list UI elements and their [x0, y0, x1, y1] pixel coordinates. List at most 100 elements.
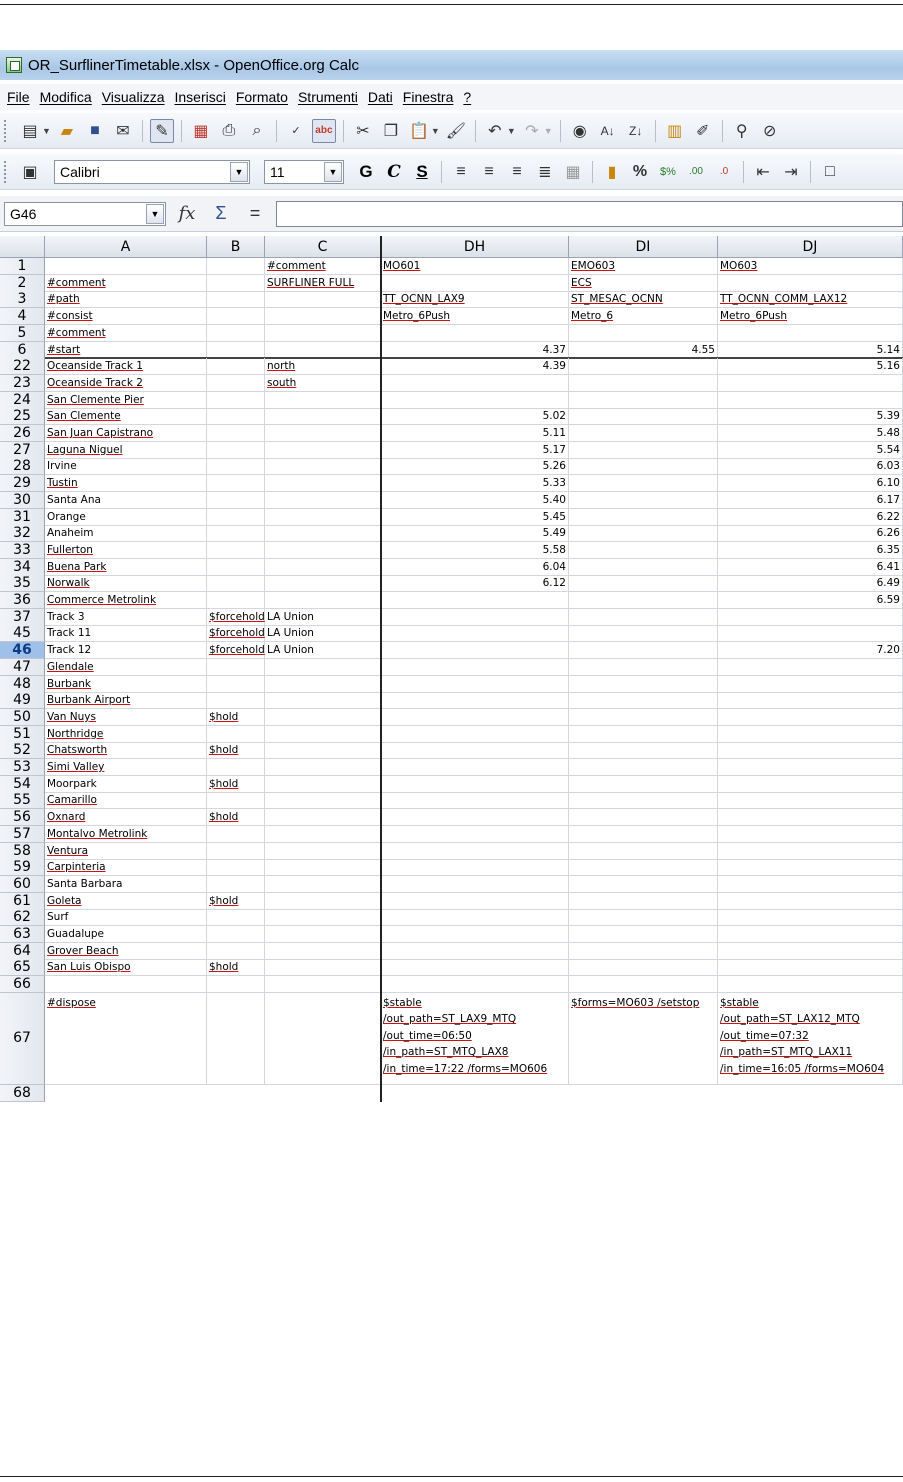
cell-dh[interactable] — [381, 775, 569, 793]
cell-a[interactable]: Fullerton — [45, 541, 207, 559]
cell-a[interactable]: San Juan Capistrano — [45, 425, 207, 442]
cell-c[interactable] — [265, 575, 381, 593]
chevron-down-icon[interactable]: ▼ — [146, 203, 164, 224]
cell-dj[interactable] — [718, 658, 903, 676]
print-icon[interactable]: ⎙ — [217, 119, 241, 143]
cell-b[interactable]: $hold — [207, 742, 265, 760]
cell-a[interactable]: Northridge — [45, 725, 207, 743]
menu-finestra[interactable]: Finestra — [402, 87, 455, 107]
navigator-icon[interactable]: ⊘ — [758, 119, 782, 143]
cell-dh[interactable]: 4.37 — [381, 341, 569, 359]
row-header[interactable]: 30 — [0, 491, 45, 509]
cell-dh[interactable] — [381, 825, 569, 843]
cell-b[interactable] — [207, 475, 265, 493]
row-header[interactable]: 5 — [0, 324, 45, 342]
row-header[interactable]: 63 — [0, 926, 45, 943]
cell-a[interactable]: Carpinteria — [45, 859, 207, 877]
cell-b[interactable] — [207, 458, 265, 476]
cell-a[interactable]: #consist — [45, 308, 207, 326]
cell-a[interactable]: Track 3 — [45, 608, 207, 626]
cell-c[interactable]: north — [265, 358, 381, 376]
cell-di[interactable] — [569, 491, 718, 509]
row-header[interactable]: 29 — [0, 475, 45, 493]
menu-formato[interactable]: Formato — [235, 87, 289, 107]
column-header-c[interactable]: C — [265, 236, 381, 258]
cell-di[interactable] — [569, 792, 718, 810]
cell-a[interactable]: Simi Valley — [45, 759, 207, 776]
cell-dj[interactable] — [718, 809, 903, 827]
cell-di[interactable] — [569, 324, 718, 342]
cell-c[interactable] — [265, 708, 381, 726]
cell-di[interactable] — [569, 592, 718, 609]
cell-a[interactable]: Oxnard — [45, 809, 207, 827]
cell-c[interactable] — [265, 692, 381, 710]
align-left-icon[interactable]: ≡ — [449, 160, 473, 184]
cell-dh[interactable] — [381, 842, 569, 860]
cell-b[interactable] — [207, 942, 265, 960]
cell-a[interactable]: Norwalk — [45, 575, 207, 593]
function-icon[interactable]: = — [242, 203, 268, 224]
cell-c[interactable] — [265, 308, 381, 326]
cell-a[interactable]: #comment — [45, 274, 207, 292]
cell-b[interactable] — [207, 875, 265, 893]
cell-a[interactable]: Van Nuys — [45, 708, 207, 726]
cell-dj[interactable]: 6.22 — [718, 508, 903, 526]
cell-dh[interactable] — [381, 809, 569, 827]
align-right-icon[interactable]: ≡ — [505, 160, 529, 184]
row-header[interactable]: 27 — [0, 441, 45, 459]
cell-dj[interactable]: 5.39 — [718, 408, 903, 426]
autospellcheck-icon[interactable]: abc — [311, 118, 336, 143]
bold-button[interactable]: G — [354, 162, 378, 182]
cell-c[interactable] — [265, 458, 381, 476]
row-header[interactable]: 68 — [0, 1084, 45, 1102]
cell-dj[interactable]: 6.03 — [718, 458, 903, 476]
cell-b[interactable] — [207, 374, 265, 392]
cell-di[interactable] — [569, 959, 718, 977]
row-header[interactable]: 62 — [0, 909, 45, 927]
row-header[interactable]: 64 — [0, 942, 45, 960]
cell-dh[interactable] — [381, 692, 569, 710]
cell-b[interactable] — [207, 391, 265, 409]
cell-dj[interactable]: 6.59 — [718, 592, 903, 609]
column-header-a[interactable]: A — [45, 236, 207, 258]
cell-a[interactable]: Chatsworth — [45, 742, 207, 760]
font-name-box[interactable]: Calibri ▼ — [54, 159, 250, 184]
hyperlink-icon[interactable]: ◉ — [568, 119, 592, 143]
cell-di[interactable] — [569, 642, 718, 660]
cell-a[interactable]: Oceanside Track 1 — [45, 358, 207, 376]
cell-b[interactable]: $hold — [207, 775, 265, 793]
row-header[interactable]: 35 — [0, 575, 45, 593]
row-header[interactable]: 31 — [0, 508, 45, 526]
cell-a[interactable]: Orange — [45, 508, 207, 526]
percent-icon[interactable]: % — [628, 160, 652, 184]
redo-icon[interactable]: ↷ — [520, 119, 544, 143]
cell-b[interactable] — [207, 341, 265, 359]
align-center-icon[interactable]: ≡ — [477, 160, 501, 184]
cell-b[interactable] — [207, 525, 265, 543]
chevron-down-icon[interactable]: ▼ — [324, 161, 342, 182]
cell-c[interactable] — [265, 541, 381, 559]
cell-di[interactable] — [569, 976, 718, 994]
cell-c[interactable] — [265, 792, 381, 810]
cell-dh[interactable]: 6.12 — [381, 575, 569, 593]
cell-c[interactable] — [265, 725, 381, 743]
cell-di[interactable] — [569, 809, 718, 827]
row-header[interactable]: 67 — [0, 992, 45, 1085]
cell-dj[interactable] — [718, 909, 903, 927]
cell-dj[interactable] — [718, 875, 903, 893]
cell-dh[interactable] — [381, 324, 569, 342]
cell-dj[interactable]: Metro_6Push — [718, 308, 903, 326]
italic-button[interactable]: C — [382, 162, 406, 182]
cell-a[interactable]: Tustin — [45, 475, 207, 493]
cell-b[interactable] — [207, 842, 265, 860]
cell-di[interactable] — [569, 926, 718, 943]
cell-b[interactable] — [207, 324, 265, 342]
column-header-dh[interactable]: DH — [381, 236, 569, 258]
cell-di[interactable]: ST_MESAC_OCNN — [569, 291, 718, 309]
delete-decimal-icon[interactable]: .0 — [712, 160, 736, 184]
cell-a[interactable]: Guadalupe — [45, 926, 207, 943]
number-format-icon[interactable]: $% — [656, 160, 680, 184]
cell-dh[interactable]: 5.02 — [381, 408, 569, 426]
cell-dj[interactable] — [718, 608, 903, 626]
cell-a[interactable]: Track 12 — [45, 642, 207, 660]
